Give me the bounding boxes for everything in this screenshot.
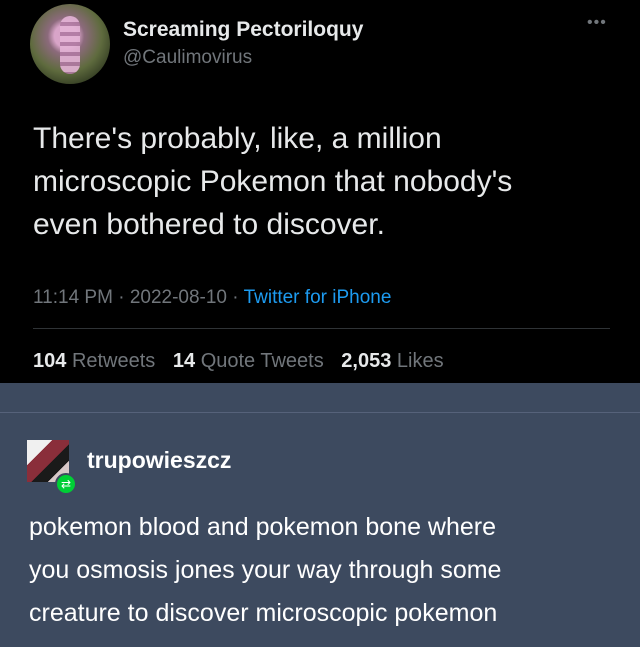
likes-stat[interactable]: 2,053 Likes <box>341 350 443 372</box>
meta-separator: · <box>232 287 244 308</box>
reblog-icon: ⇄ <box>55 473 77 495</box>
quote-tweets-label: Quote Tweets <box>200 350 324 372</box>
meta-separator: · <box>118 287 130 308</box>
more-dots-icon[interactable]: ••• <box>587 14 607 32</box>
tweet-meta: 11:14 PM · 2022-08-10 · Twitter for iPho… <box>33 287 391 309</box>
tumblr-username[interactable]: trupowieszcz <box>87 447 231 474</box>
tweet-display-name[interactable]: Screaming Pectoriloquy <box>123 18 363 42</box>
likes-count: 2,053 <box>341 350 392 372</box>
tweet-avatar[interactable] <box>30 4 110 84</box>
tweet-divider <box>33 328 610 329</box>
avatar-flower-image <box>60 16 80 74</box>
tweet-date[interactable]: 2022-08-10 <box>130 287 227 308</box>
retweets-label: Retweets <box>71 350 156 372</box>
tweet-text: There's probably, like, a million micros… <box>33 122 513 241</box>
tweet-stats: 104 Retweets 14 Quote Tweets 2,053 Likes <box>33 350 456 373</box>
likes-label: Likes <box>396 350 444 372</box>
tweet-card: Screaming Pectoriloquy @Caulimovirus •••… <box>0 0 640 383</box>
tumblr-divider <box>0 412 640 413</box>
quote-tweets-count: 14 <box>172 350 196 372</box>
tweet-handle[interactable]: @Caulimovirus <box>123 47 252 69</box>
tweet-source-link[interactable]: Twitter for iPhone <box>244 287 392 308</box>
tumblr-post: ⇄ trupowieszcz pokemon blood and pokemon… <box>0 383 640 647</box>
retweets-stat[interactable]: 104 Retweets <box>33 350 155 372</box>
retweets-count: 104 <box>33 350 67 372</box>
tumblr-post-body: pokemon blood and pokemon bone where you… <box>29 513 502 627</box>
tweet-time[interactable]: 11:14 PM <box>33 287 113 308</box>
quote-tweets-stat[interactable]: 14 Quote Tweets <box>173 350 324 372</box>
